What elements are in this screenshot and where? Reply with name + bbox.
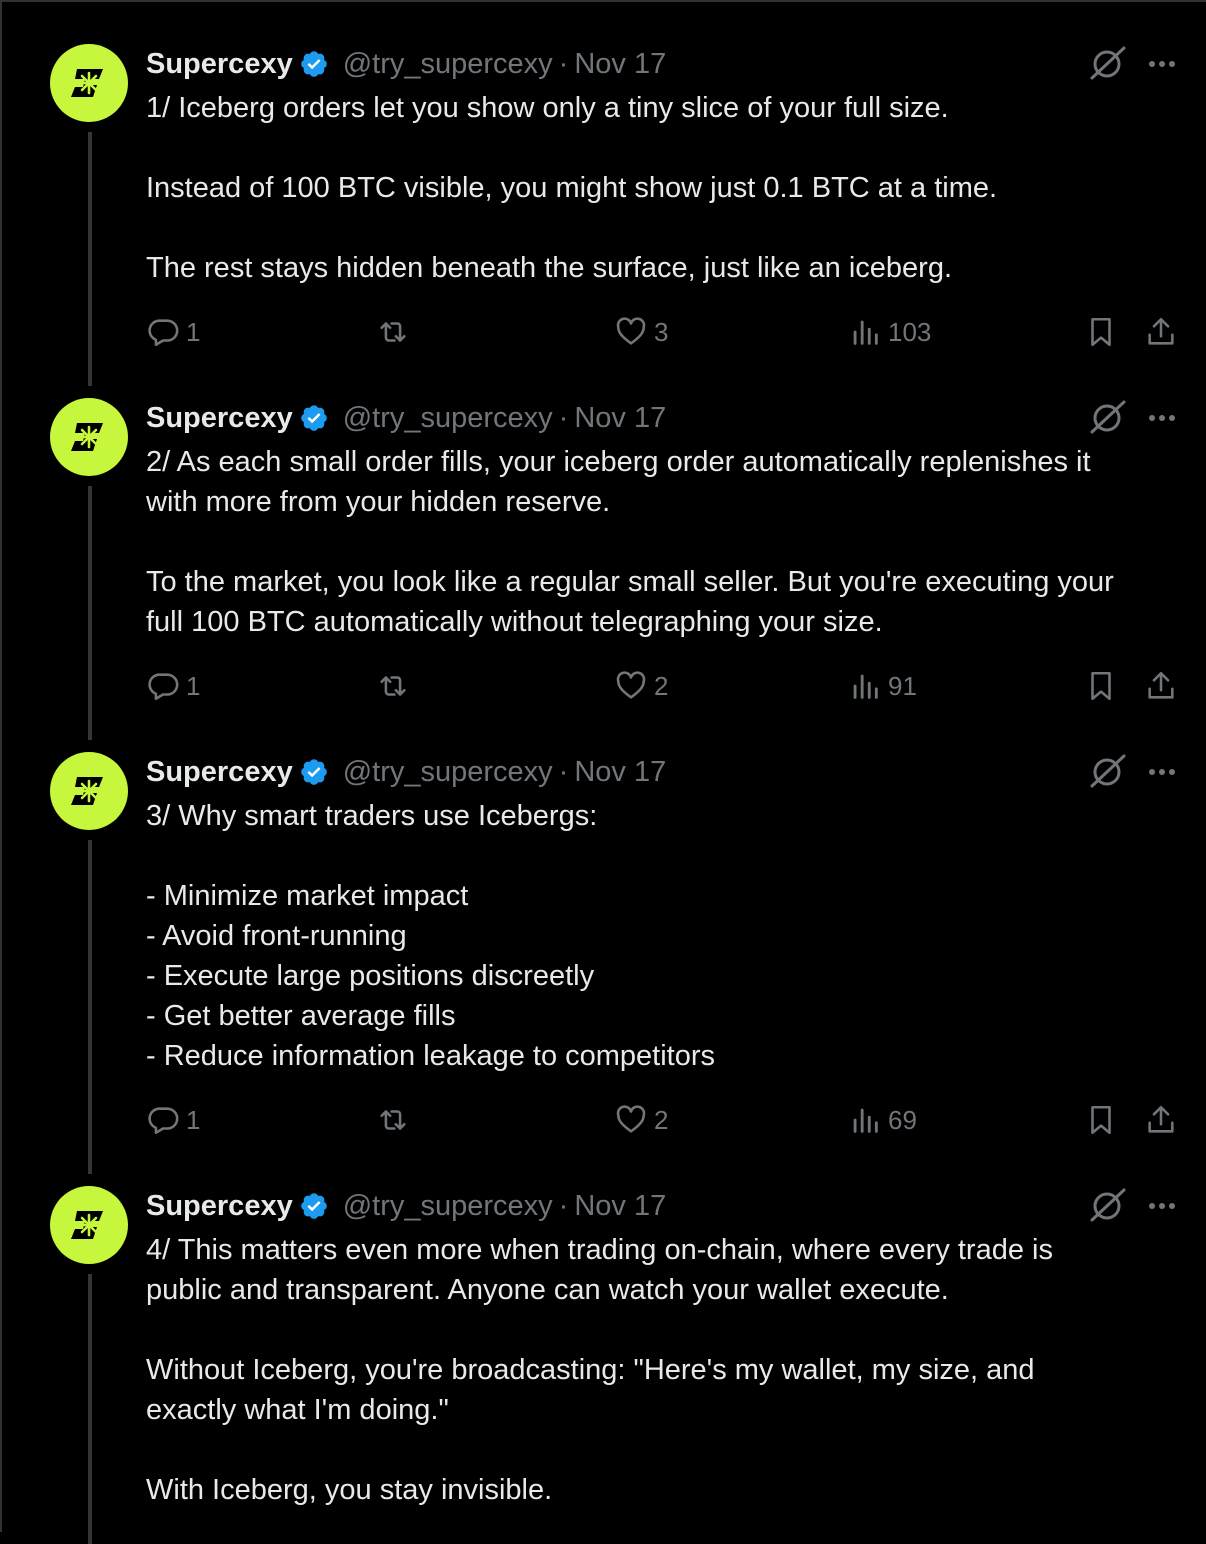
bookmark-button[interactable] (1084, 1100, 1118, 1140)
view-count: 103 (888, 316, 932, 347)
reply-icon (148, 1107, 179, 1135)
reply-count: 1 (186, 316, 201, 347)
thread-connector (88, 1274, 92, 1544)
logo-icon (71, 423, 103, 451)
views-chart-icon (853, 320, 878, 345)
grok-icon[interactable] (1086, 396, 1128, 438)
separator: · (558, 755, 569, 788)
author-handle[interactable]: @try_supercexy (343, 1190, 553, 1223)
author-name[interactable]: Supercexy (146, 1190, 293, 1223)
like-count: 2 (654, 1104, 669, 1135)
tweet-text: 2/ As each small order fills, your icebe… (146, 446, 1114, 638)
share-button[interactable] (1144, 666, 1178, 706)
grok-icon[interactable] (1086, 1184, 1128, 1226)
verified-badge-icon (299, 49, 329, 79)
separator: · (558, 47, 569, 80)
like-button[interactable]: 2 (614, 666, 668, 706)
thread-connector (88, 486, 92, 740)
tweet-date[interactable]: Nov 17 (574, 756, 666, 789)
avatar[interactable] (50, 44, 128, 122)
bookmark-button[interactable] (1084, 312, 1118, 352)
logo-icon (71, 1211, 103, 1239)
share-icon (1148, 1105, 1174, 1133)
author-handle[interactable]: @try_supercexy (343, 756, 553, 789)
tweet-date[interactable]: Nov 17 (574, 48, 666, 81)
view-count: 91 (888, 670, 917, 701)
repost-icon (380, 1110, 406, 1130)
views-chart-icon (853, 674, 878, 699)
repost-button[interactable] (376, 312, 416, 352)
more-icon[interactable] (1142, 398, 1182, 438)
logo-icon (71, 69, 103, 97)
share-button[interactable] (1144, 312, 1178, 352)
author-name[interactable]: Supercexy (146, 48, 293, 81)
reply-button[interactable]: 1 (146, 1100, 200, 1140)
thread-container: Supercexy @try_supercexy · Nov 17 1/ Ice… (0, 0, 1206, 1544)
action-bar: 1 2 91 (146, 666, 1186, 706)
heart-icon (616, 317, 646, 345)
verified-badge-icon (299, 1191, 329, 1221)
repost-button[interactable] (376, 1100, 416, 1140)
verified-badge-icon (299, 403, 329, 433)
tweet-date[interactable]: Nov 17 (574, 402, 666, 435)
grok-icon[interactable] (1086, 42, 1128, 84)
author-name[interactable]: Supercexy (146, 756, 293, 789)
separator: · (558, 1189, 569, 1222)
heart-icon (616, 671, 646, 699)
like-button[interactable]: 2 (614, 1100, 668, 1140)
author-handle[interactable]: @try_supercexy (343, 402, 553, 435)
bookmark-icon (1091, 317, 1111, 347)
thread-connector (88, 132, 92, 386)
avatar[interactable] (50, 398, 128, 476)
more-icon[interactable] (1142, 1186, 1182, 1226)
thread-connector (88, 840, 92, 1174)
views-button[interactable]: 103 (848, 312, 931, 352)
views-button[interactable]: 91 (848, 666, 917, 706)
reply-button[interactable]: 1 (146, 312, 200, 352)
share-icon (1148, 317, 1174, 345)
share-button[interactable] (1144, 1100, 1178, 1140)
view-count: 69 (888, 1104, 917, 1135)
tweet-text: 1/ Iceberg orders let you show only a ti… (146, 92, 998, 284)
repost-icon (380, 322, 406, 342)
author-name[interactable]: Supercexy (146, 402, 293, 435)
views-button[interactable]: 69 (848, 1100, 917, 1140)
repost-icon (380, 676, 406, 696)
tweet-date[interactable]: Nov 17 (574, 1190, 666, 1223)
grok-icon[interactable] (1086, 750, 1128, 792)
avatar[interactable] (50, 1186, 128, 1264)
bookmark-icon (1091, 1105, 1111, 1135)
heart-icon (616, 1105, 646, 1133)
reply-icon (148, 673, 179, 701)
bookmark-icon (1091, 671, 1111, 701)
like-count: 2 (654, 670, 669, 701)
reply-count: 1 (186, 1104, 201, 1135)
like-button[interactable]: 3 (614, 312, 668, 352)
reply-button[interactable]: 1 (146, 666, 200, 706)
repost-button[interactable] (376, 666, 416, 706)
avatar[interactable] (50, 752, 128, 830)
action-bar: 1 3 103 (146, 312, 1186, 352)
separator: · (558, 401, 569, 434)
more-icon[interactable] (1142, 44, 1182, 84)
reply-count: 1 (186, 670, 201, 701)
tweet-text: 3/ Why smart traders use Icebergs: - Min… (146, 800, 716, 1072)
action-bar: 1 2 69 (146, 1100, 1186, 1140)
more-icon[interactable] (1142, 752, 1182, 792)
share-icon (1148, 671, 1174, 699)
reply-icon (148, 319, 179, 347)
author-handle[interactable]: @try_supercexy (343, 48, 553, 81)
tweet-text: 4/ This matters even more when trading o… (146, 1234, 1053, 1506)
logo-icon (71, 777, 103, 805)
views-chart-icon (853, 1108, 878, 1133)
bookmark-button[interactable] (1084, 666, 1118, 706)
like-count: 3 (654, 316, 669, 347)
verified-badge-icon (299, 757, 329, 787)
